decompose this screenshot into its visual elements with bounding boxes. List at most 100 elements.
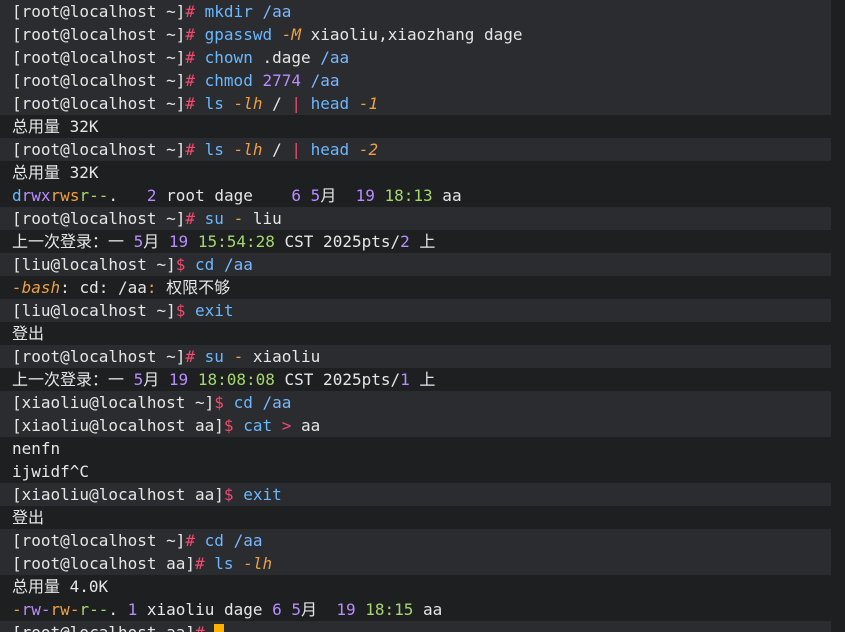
terminal-text-segment: ls [204,94,224,113]
terminal-text-segment: .dage [252,48,321,67]
terminal-text-segment: /aa [262,2,292,21]
terminal-text-segment: -lh [233,140,263,159]
terminal-text-segment: 权限不够 [156,278,231,297]
terminal-prompt-line: [root@localhost aa]# ls -lh [0,552,831,575]
terminal-text-segment: 月 [301,600,337,619]
terminal-text-segment: [root@localhost aa] [12,623,195,632]
terminal-text-segment: /aa [233,531,263,550]
terminal-text-segment: 18:15 [365,600,414,619]
terminal-text-segment: 5 [310,186,321,205]
terminal-output-line: 登出 [0,322,831,345]
terminal-text-segment: CST 2025pts/ [274,370,401,389]
terminal-text-segment: 19 [168,232,189,251]
terminal-prompt-line: [root@localhost ~]# ls -lh / | head -1 [0,92,831,115]
terminal-text-segment: # [185,209,205,228]
terminal-text-segment: cd [195,255,215,274]
terminal-text-segment: 19 [355,186,375,205]
terminal-text-segment: /aa [262,393,292,412]
terminal-text-segment: 2 [400,232,410,251]
terminal-text-segment: - [233,209,244,228]
terminal-prompt-line: [root@localhost ~]# ls -lh / | head -2 [0,138,831,161]
terminal-prompt-line: [xiaoliu@localhost aa]$ exit [0,483,831,506]
terminal-text-segment: . [108,186,147,205]
terminal-text-segment: # [195,554,215,573]
terminal-prompt-line: [liu@localhost ~]$ cd /aa [0,253,831,276]
terminal-text-segment: /aa [310,71,340,90]
terminal-text-segment: $ [223,416,244,435]
terminal-text-segment: 18:08:08 [197,370,275,389]
terminal-text-segment: 5 [291,600,302,619]
terminal-text-segment: [root@localhost ~] [12,2,186,21]
terminal-text-segment: [root@localhost ~] [12,531,186,550]
terminal-text-segment: liu [243,209,282,228]
terminal-text-segment: 6 [291,186,302,205]
terminal-text-segment: exit [243,485,282,504]
terminal-text-segment: # [185,2,205,21]
terminal-text-segment: aa [413,600,443,619]
terminal-text-segment: [xiaoliu@localhost ~] [12,393,215,412]
terminal-text-segment: $ [175,301,196,320]
terminal-output-line: -bash: cd: /aa: 权限不够 [0,276,831,299]
terminal-window[interactable]: [root@localhost ~]# mkdir /aa [root@local… [0,0,845,632]
terminal-text-segment: nenfn [12,439,61,458]
terminal-text-segment: -2 [358,140,379,159]
terminal-text-segment: [root@localhost ~] [12,347,186,366]
terminal-output-line: -rw-rw-r--. 1 xiaoliu dage 6 5月 19 18:15… [0,598,831,621]
terminal-text-segment: > [281,416,292,435]
terminal-text-segment: ls [214,554,234,573]
terminal-text-segment: 登出 [12,324,45,343]
terminal-text-segment: -M [281,25,301,44]
terminal-output-line: nenfn [0,437,831,460]
terminal-prompt-line: [root@localhost ~]# cd /aa [0,529,831,552]
terminal-text-segment: r-- [79,186,109,205]
terminal-text-segment: ls [204,140,224,159]
terminal-text-segment: aa [291,416,321,435]
terminal-text-segment: [liu@localhost ~] [12,255,176,274]
terminal-text-segment: mkdir [204,2,253,21]
terminal-text-segment: ijwidf^C [12,462,90,481]
terminal-output-line: 总用量 32K [0,161,831,184]
terminal-text-segment: $ [175,255,196,274]
terminal-text-segment: 2 [146,186,157,205]
terminal-text-segment: 登出 [12,508,45,527]
terminal-text-segment: 总用量 4.0K [12,577,109,596]
terminal-text-segment: $ [214,393,234,412]
terminal-text-segment: -1 [358,94,379,113]
terminal-text-segment: 1 [127,600,138,619]
terminal-text-segment: root dage [156,186,292,205]
terminal-prompt-line: [xiaoliu@localhost aa]$ cat > aa [0,414,831,437]
terminal-text-segment: -lh [243,554,273,573]
terminal-text-segment: /aa [320,48,350,67]
terminal-prompt-line: [root@localhost ~]# mkdir /aa [0,0,831,23]
terminal-text-segment: rw- [50,600,80,619]
terminal-text-segment: [liu@localhost ~] [12,301,176,320]
terminal-text-segment: # [185,347,205,366]
terminal-text-segment: CST 2025pts/ [274,232,401,251]
terminal-text-segment: gpasswd [204,25,273,44]
terminal-text-segment: / [262,94,292,113]
terminal-text-segment: [root@localhost ~] [12,71,186,90]
terminal-text-segment: su [204,209,224,228]
terminal-text-segment: [root@localhost aa] [12,554,196,573]
terminal-text-segment: 19 [168,370,189,389]
terminal-text-segment: 总用量 32K [12,163,99,182]
terminal-prompt-line: [root@localhost aa]# [0,621,831,632]
terminal-text-segment: d [12,186,22,205]
terminal-prompt-line: [root@localhost ~]# chown .dage /aa [0,46,831,69]
terminal-text-segment: [root@localhost ~] [12,209,186,228]
terminal-output-line: 上一次登录：一 5月 19 18:08:08 CST 2025pts/1 上 [0,368,831,391]
terminal-text-segment: 1 [400,370,410,389]
terminal-text-segment: chmod [204,71,253,90]
